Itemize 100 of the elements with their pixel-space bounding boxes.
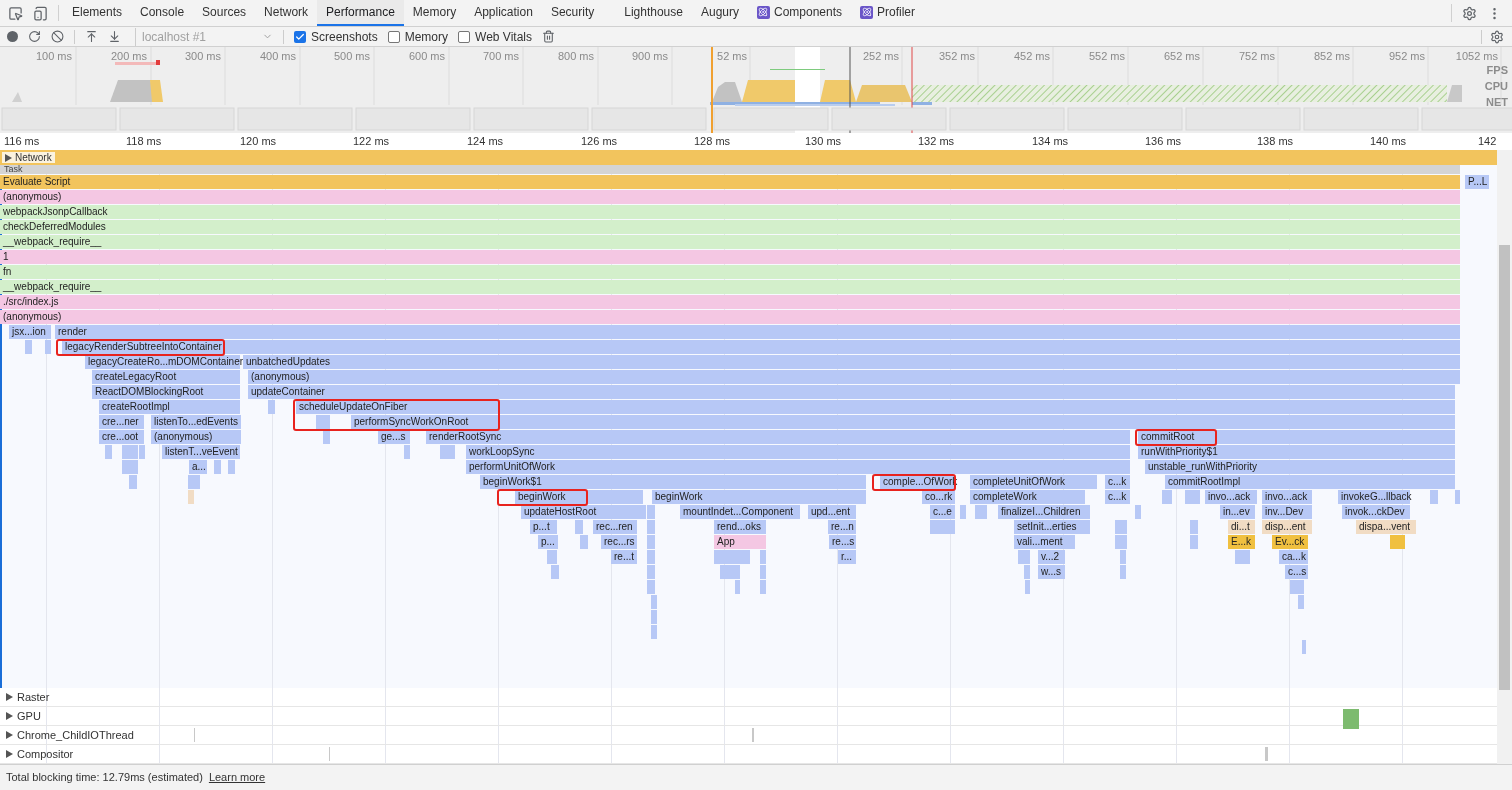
flame-block[interactable]: (anonymous) bbox=[248, 370, 1460, 384]
flame-block[interactable]: invo...ack bbox=[1262, 490, 1312, 504]
flame-block[interactable]: scheduleUpdateOnFiber bbox=[296, 400, 1455, 414]
flame-block[interactable]: updateContainer bbox=[248, 385, 1455, 399]
flame-block[interactable]: jsx...ion bbox=[9, 325, 51, 339]
flame-block[interactable]: w...s bbox=[1038, 565, 1065, 579]
flame-block[interactable]: webpackJsonpCallback bbox=[0, 205, 1460, 219]
flame-block[interactable]: completeWork bbox=[970, 490, 1085, 504]
tab[interactable]: Components bbox=[748, 0, 852, 26]
flame-block[interactable]: ./src/index.js bbox=[0, 295, 1460, 309]
flame-block[interactable]: invokeG...llback bbox=[1338, 490, 1410, 504]
flame-block[interactable]: legacyRenderSubtreeIntoContainer bbox=[62, 340, 1460, 354]
settings-icon[interactable] bbox=[1490, 29, 1504, 44]
flame-block[interactable]: beginWork bbox=[652, 490, 866, 504]
checkbox[interactable] bbox=[294, 30, 306, 43]
flame-block[interactable]: E...k bbox=[1228, 535, 1255, 549]
tab[interactable]: Memory bbox=[403, 0, 466, 26]
flame-block[interactable]: updateHostRoot bbox=[521, 505, 646, 519]
flame-block[interactable] bbox=[323, 430, 330, 444]
scrollbar[interactable] bbox=[1497, 150, 1512, 764]
track-label[interactable]: GPU bbox=[17, 707, 41, 725]
flame-block[interactable]: rec...rs bbox=[601, 535, 637, 549]
flame-block[interactable]: beginWork bbox=[515, 490, 643, 504]
flame-block[interactable]: performSyncWorkOnRoot bbox=[351, 415, 1455, 429]
flame-block[interactable]: App bbox=[714, 535, 766, 549]
tab[interactable]: Lighthouse bbox=[615, 0, 692, 26]
flame-block[interactable]: ca...k bbox=[1279, 550, 1308, 564]
flame-block[interactable]: v...2 bbox=[1038, 550, 1065, 564]
expand-icon[interactable] bbox=[5, 153, 12, 162]
flame-block[interactable]: p... bbox=[538, 535, 558, 549]
flame-block[interactable]: re...n bbox=[828, 520, 856, 534]
flame-block[interactable]: listenT...veEvent bbox=[162, 445, 240, 459]
learn-more-link[interactable]: Learn more bbox=[208, 769, 266, 786]
expand-icon[interactable] bbox=[6, 750, 13, 758]
flame-block[interactable]: rend...oks bbox=[714, 520, 766, 534]
track-event[interactable] bbox=[1343, 709, 1359, 729]
flame-block[interactable]: (anonymous) bbox=[151, 430, 241, 444]
flame-block[interactable]: invo...ack bbox=[1205, 490, 1257, 504]
flame-block[interactable]: (anonymous) bbox=[0, 190, 1460, 204]
flame-block[interactable]: __webpack_require__ bbox=[0, 280, 1460, 294]
flame-block[interactable]: (anonymous) bbox=[0, 310, 1460, 324]
flame-block[interactable]: a... bbox=[189, 460, 207, 474]
flame-block[interactable]: fn bbox=[0, 265, 1460, 279]
flame-block[interactable]: Ev...ck bbox=[1272, 535, 1308, 549]
flame-block[interactable]: mountIndet...Component bbox=[680, 505, 800, 519]
flame-block[interactable]: __webpack_require__ bbox=[0, 235, 1460, 249]
scrollbar-thumb[interactable] bbox=[1499, 245, 1510, 690]
tab[interactable]: Application bbox=[465, 0, 542, 26]
flame-block[interactable]: rec...ren bbox=[593, 520, 637, 534]
expand-icon[interactable] bbox=[6, 731, 13, 739]
flame-block[interactable]: 1 bbox=[0, 250, 1460, 264]
flame-block[interactable]: c...e bbox=[930, 505, 955, 519]
flame-block[interactable]: checkDeferredModules bbox=[0, 220, 1460, 234]
flame-block[interactable]: p...t bbox=[530, 520, 557, 534]
flame-block[interactable]: commitRootImpl bbox=[1165, 475, 1455, 489]
tab[interactable]: Elements bbox=[63, 0, 132, 26]
track-label[interactable]: Compositor bbox=[17, 745, 74, 763]
flame-block[interactable]: createRootImpl bbox=[99, 400, 240, 414]
flame-block[interactable]: runWithPriority$1 bbox=[1138, 445, 1455, 459]
flame-block[interactable]: disp...ent bbox=[1262, 520, 1312, 534]
tab[interactable]: Augury bbox=[691, 0, 748, 26]
tab[interactable]: Network bbox=[255, 0, 318, 26]
flame-block[interactable]: render bbox=[55, 325, 1460, 339]
flame-block[interactable]: ReactDOMBlockingRoot bbox=[92, 385, 240, 399]
tab[interactable]: Security bbox=[541, 0, 604, 26]
settings-icon[interactable] bbox=[1462, 5, 1477, 21]
tab[interactable]: Performance bbox=[317, 0, 404, 26]
flame-block[interactable]: cre...ner bbox=[99, 415, 144, 429]
flame-block[interactable]: cre...oot bbox=[99, 430, 144, 444]
download-icon[interactable] bbox=[108, 30, 121, 43]
flame-block[interactable]: Evaluate Script bbox=[0, 175, 1460, 189]
track-label[interactable]: Chrome_ChildIOThread bbox=[17, 726, 134, 744]
flame-block[interactable]: setInit...erties bbox=[1014, 520, 1090, 534]
track-label[interactable]: Raster bbox=[17, 688, 50, 706]
flame-block[interactable]: r... bbox=[838, 550, 856, 564]
expand-icon[interactable] bbox=[6, 712, 13, 720]
flame-block[interactable]: unstable_runWithPriority bbox=[1145, 460, 1455, 474]
flame-block[interactable]: c...k bbox=[1105, 490, 1130, 504]
reload-icon[interactable] bbox=[28, 30, 41, 43]
flame-block[interactable]: performUnitOfWork bbox=[466, 460, 1130, 474]
flame-block[interactable]: c...s bbox=[1285, 565, 1308, 579]
flame-block[interactable]: re...s bbox=[829, 535, 856, 549]
track-event[interactable] bbox=[1265, 747, 1268, 761]
flame-block[interactable]: invok...ckDev bbox=[1342, 505, 1410, 519]
upload-icon[interactable] bbox=[85, 30, 98, 43]
flame-block[interactable]: di...t bbox=[1228, 520, 1255, 534]
flame-block[interactable]: listenTo...edEvents bbox=[151, 415, 241, 429]
record-icon[interactable] bbox=[7, 31, 18, 42]
flame-block[interactable]: re...t bbox=[611, 550, 637, 564]
flame-block[interactable]: createLegacyRoot bbox=[92, 370, 240, 384]
checkbox[interactable] bbox=[458, 30, 471, 43]
flame-block[interactable]: c...k bbox=[1105, 475, 1130, 489]
flame-block[interactable]: commitRoot bbox=[1138, 430, 1455, 444]
expand-icon[interactable] bbox=[6, 693, 13, 701]
flame-block[interactable]: unbatchedUpdates bbox=[243, 355, 1460, 369]
checkbox[interactable] bbox=[387, 30, 400, 43]
flame-block[interactable]: completeUnitOfWork bbox=[970, 475, 1097, 489]
flame-block[interactable]: renderRootSync bbox=[426, 430, 1130, 444]
flame-block[interactable]: dispa...vent bbox=[1356, 520, 1416, 534]
clear-icon[interactable] bbox=[51, 30, 64, 43]
